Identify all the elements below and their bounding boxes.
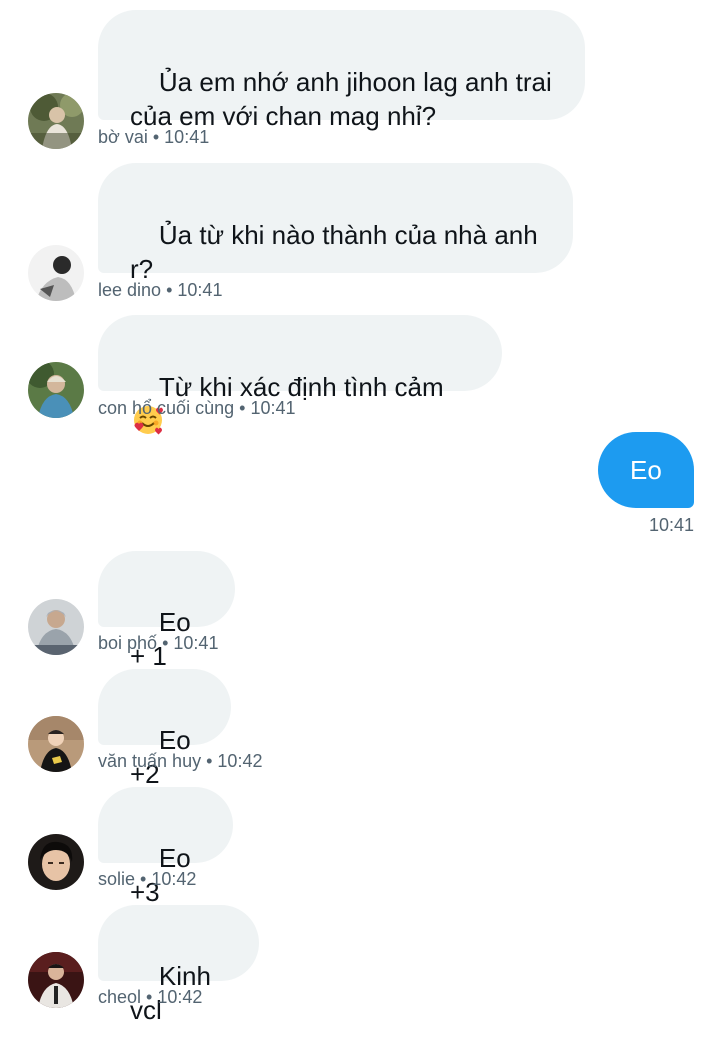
meta-separator: • [152, 127, 160, 147]
meta-separator: • [162, 633, 169, 653]
message-time: 10:41 [648, 515, 694, 535]
message-time: 10:41 [164, 127, 210, 147]
message-bubble[interactable]: Kinh vcl [98, 905, 259, 1025]
sender-name: lee dino [98, 280, 162, 300]
meta-separator: • [146, 987, 153, 1007]
meta-separator: • [140, 869, 147, 889]
message-bubble[interactable]: Từ khi xác định tình cảm [98, 315, 502, 435]
message-time: 10:42 [151, 869, 197, 889]
avatar[interactable] [28, 93, 84, 149]
meta-separator: • [166, 280, 173, 300]
sender-name: bờ vai [98, 127, 148, 147]
sender-name: boi phố [98, 633, 158, 653]
outgoing-message-bubble[interactable]: Eo [598, 432, 694, 508]
sender-name: văn tuấn huy [98, 751, 202, 771]
avatar[interactable] [28, 362, 84, 418]
message-text: Eo [630, 455, 662, 485]
avatar[interactable] [28, 245, 84, 301]
message-time: 10:41 [173, 633, 219, 653]
message-meta: bờ vai • 10:41 [98, 126, 209, 148]
avatar[interactable] [28, 834, 84, 890]
message-time: 10:41 [250, 398, 296, 418]
avatar[interactable] [28, 952, 84, 1008]
sender-name: cheol [98, 987, 142, 1007]
message-bubble[interactable]: Eo +2 [98, 669, 231, 789]
meta-separator: • [206, 751, 213, 771]
message-meta: lee dino • 10:41 [98, 279, 222, 301]
sender-name: solie [98, 869, 136, 889]
message-text: Ủa em nhớ anh jihoon lag anh trai của em… [130, 67, 552, 131]
message-meta: cheol • 10:42 [98, 986, 202, 1008]
message-time: 10:41 [177, 280, 223, 300]
message-bubble[interactable]: Ủa em nhớ anh jihoon lag anh trai của em… [98, 10, 585, 131]
message-bubble[interactable]: Eo +3 [98, 787, 233, 907]
message-meta: solie • 10:42 [98, 868, 196, 890]
message-text: Ủa từ khi nào thành của nhà anh r? [130, 220, 538, 284]
message-meta: boi phố • 10:41 [98, 632, 218, 654]
message-meta: con hổ cuối cùng • 10:41 [98, 397, 296, 419]
meta-separator: • [239, 398, 246, 418]
avatar[interactable] [28, 716, 84, 772]
message-bubble[interactable]: Ủa từ khi nào thành của nhà anh r? [98, 163, 573, 284]
avatar[interactable] [28, 599, 84, 655]
message-time: 10:42 [217, 751, 263, 771]
message-bubble[interactable]: Eo + 1 [98, 551, 235, 671]
message-time: 10:42 [157, 987, 203, 1007]
sender-name: con hổ cuối cùng [98, 398, 235, 418]
message-meta: văn tuấn huy • 10:42 [98, 750, 262, 772]
